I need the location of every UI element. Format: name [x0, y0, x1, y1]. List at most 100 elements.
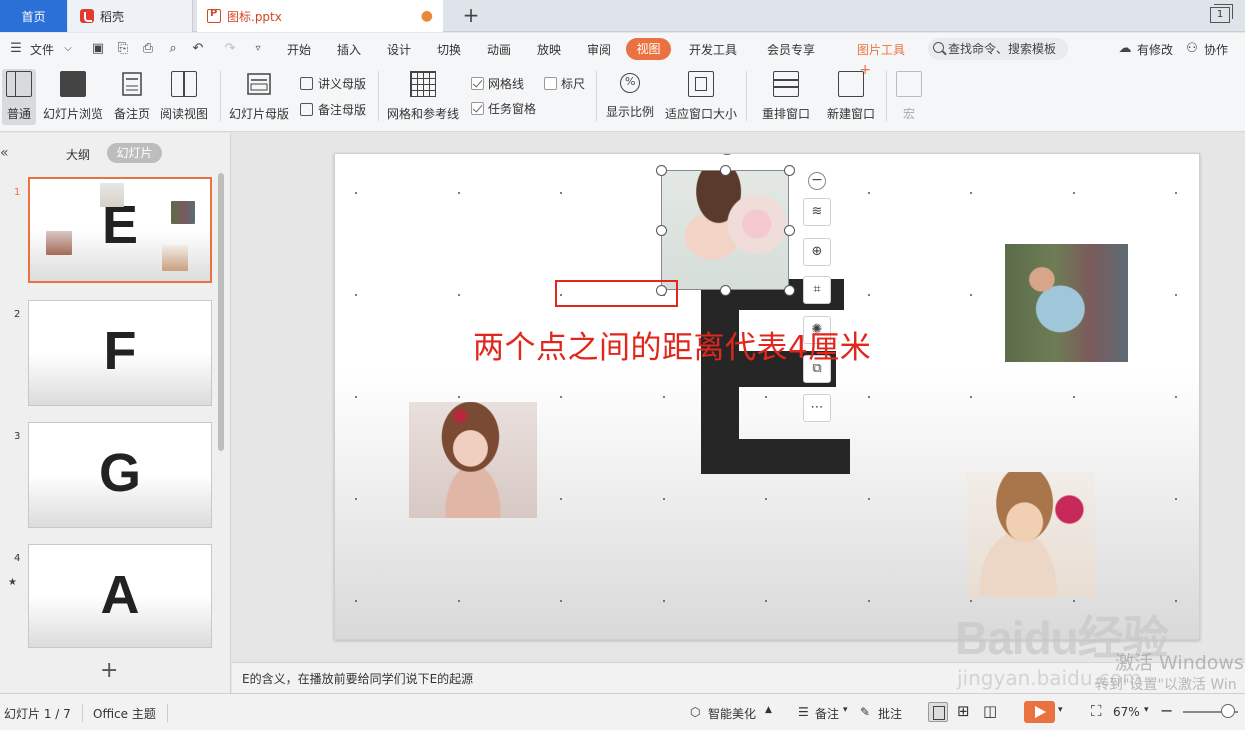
- hamburger-icon[interactable]: ☰: [8, 41, 24, 57]
- reading-view-status-icon[interactable]: ◫: [983, 702, 997, 720]
- chevron-down-icon[interactable]: ▾: [1058, 705, 1063, 715]
- comments-button[interactable]: 批注: [878, 705, 902, 722]
- quick-access-more-icon[interactable]: ▿: [250, 41, 266, 57]
- slide-sorter-status-icon[interactable]: ⊞: [957, 702, 970, 720]
- ruler-checkbox[interactable]: 标尺: [544, 75, 585, 92]
- resize-handle[interactable]: [784, 165, 795, 176]
- grid-dot: [560, 192, 562, 194]
- slide-thumbnail-3[interactable]: G: [28, 422, 212, 528]
- menu-design[interactable]: 设计: [387, 41, 411, 58]
- menu-bar: ☰ 文件 ⌵ ▣ ⎘ ⎙ ⌕ ↶ ↷ ▿ 开始 插入 设计 切换 动画 放映 审…: [0, 33, 1245, 65]
- notes-text: E的含义，在播放前要给同学们说下E的起源: [242, 672, 474, 686]
- unsaved-dot-icon: ●: [420, 8, 433, 24]
- new-tab-button[interactable]: +: [460, 4, 482, 26]
- zoom-in-icon[interactable]: ⊕: [803, 238, 831, 266]
- menu-review[interactable]: 审阅: [587, 41, 611, 58]
- notes-pane[interactable]: E的含义，在播放前要给同学们说下E的起源: [232, 662, 1245, 693]
- photo-pink-flower-woman[interactable]: [967, 472, 1095, 597]
- collapse-panel-icon[interactable]: «: [0, 145, 9, 161]
- reading-view-button[interactable]: 阅读视图: [158, 69, 210, 125]
- zoom-level[interactable]: 67%: [1113, 705, 1140, 719]
- resize-handle[interactable]: [656, 225, 667, 236]
- macro-button[interactable]: 宏: [894, 69, 924, 125]
- resize-handle[interactable]: [784, 285, 795, 296]
- photo-selected-woman[interactable]: [661, 170, 789, 290]
- rotate-handle-icon[interactable]: ⟳: [718, 154, 736, 155]
- undo-icon[interactable]: ↶: [190, 41, 206, 57]
- slide-thumbnail-2[interactable]: F: [28, 300, 212, 406]
- more-options-icon[interactable]: ⋯: [803, 394, 831, 422]
- grid-icon: [410, 71, 436, 97]
- thumbnail-scrollbar[interactable]: [218, 173, 224, 451]
- zoom-slider-knob[interactable]: [1221, 704, 1235, 718]
- handout-master-button[interactable]: 讲义母版: [300, 75, 366, 92]
- chevron-down-icon[interactable]: ▾: [1144, 705, 1149, 715]
- print-icon[interactable]: ⎙: [140, 41, 156, 57]
- resize-handle[interactable]: [656, 165, 667, 176]
- collab-button[interactable]: 协作: [1204, 41, 1228, 58]
- slide-browse-button[interactable]: 幻灯片浏览: [42, 69, 104, 125]
- crop-icon[interactable]: ⌗: [803, 276, 831, 304]
- notes-page-button[interactable]: 备注页: [112, 69, 152, 125]
- layers-icon[interactable]: ≋: [803, 198, 831, 226]
- tab-daoke[interactable]: 稻壳: [68, 0, 193, 32]
- rearrange-window-button[interactable]: 重排窗口: [756, 69, 816, 125]
- menu-file[interactable]: 文件: [30, 41, 54, 58]
- menu-insert[interactable]: 插入: [337, 41, 361, 58]
- menu-developer[interactable]: 开发工具: [689, 41, 737, 58]
- handout-master-icon: [300, 77, 313, 90]
- slide-thumbnail-4[interactable]: A: [28, 544, 212, 648]
- menu-transition[interactable]: 切换: [437, 41, 461, 58]
- save-icon[interactable]: ▣: [90, 41, 106, 57]
- menu-start[interactable]: 开始: [287, 41, 311, 58]
- thumbnail-letter: A: [100, 565, 140, 625]
- task-pane-checkbox[interactable]: 任务窗格: [471, 100, 536, 117]
- grid-dot: [867, 396, 870, 398]
- menu-animation[interactable]: 动画: [487, 41, 511, 58]
- chevron-up-icon[interactable]: ▲: [765, 705, 772, 715]
- modified-status[interactable]: 有修改: [1137, 41, 1173, 58]
- new-window-button[interactable]: 新建窗口: [824, 62, 878, 125]
- preview-icon[interactable]: ⌕: [165, 41, 181, 57]
- grid-guides-button[interactable]: 网格和参考线: [386, 69, 460, 125]
- redo-icon[interactable]: ↷: [222, 41, 238, 57]
- normal-view-button[interactable]: 普通: [2, 69, 36, 125]
- window-count-button[interactable]: 1: [1210, 4, 1233, 23]
- add-slide-button[interactable]: +: [100, 660, 118, 682]
- fit-window-button[interactable]: 适应窗口大小: [664, 69, 738, 125]
- resize-handle[interactable]: [720, 165, 731, 176]
- ruler-label: 标尺: [561, 77, 586, 91]
- resize-handle[interactable]: [784, 225, 795, 236]
- slide-browse-label: 幻灯片浏览: [42, 107, 103, 121]
- zoom-button[interactable]: 显示比例: [604, 69, 656, 125]
- photo-flower-crown-girl[interactable]: [409, 402, 537, 518]
- normal-view-status-button[interactable]: [928, 702, 948, 722]
- grid-dot: [457, 396, 460, 398]
- play-slideshow-button[interactable]: [1024, 701, 1055, 723]
- fit-slide-icon[interactable]: ⛶: [1091, 702, 1102, 720]
- menu-member[interactable]: 会员专享: [767, 41, 815, 58]
- tab-slides[interactable]: 幻灯片: [107, 143, 162, 163]
- resize-handle[interactable]: [720, 285, 731, 296]
- slide-canvas[interactable]: ⟳ − ≋ ⊕ ⌗ ✺ ⧉ ⋯ 两个点之间的距离代表4厘米: [334, 153, 1200, 640]
- tab-document[interactable]: 图标.pptx ●: [197, 0, 443, 32]
- photo-sailor-girl[interactable]: [1005, 244, 1128, 362]
- gridlines-checkbox[interactable]: 网格线: [471, 75, 524, 92]
- reading-view-icon: [171, 71, 197, 97]
- export-icon[interactable]: ⎘: [115, 41, 131, 57]
- tab-outline[interactable]: 大纲: [66, 146, 90, 163]
- collapse-toolbar-icon[interactable]: −: [808, 172, 826, 190]
- menu-slideshow[interactable]: 放映: [537, 41, 561, 58]
- menu-picture-tools[interactable]: 图片工具: [857, 41, 905, 58]
- chevron-down-icon[interactable]: ▾: [843, 705, 848, 715]
- slide-thumbnail-1[interactable]: E: [28, 177, 212, 283]
- chevron-down-icon[interactable]: ⌵: [60, 41, 76, 57]
- slide-master-button[interactable]: 幻灯片母版: [228, 69, 290, 125]
- zoom-out-icon[interactable]: −: [1160, 701, 1173, 720]
- notes-toggle-button[interactable]: 备注: [815, 705, 839, 722]
- tab-home[interactable]: 首页: [0, 0, 67, 32]
- smart-beautify-button[interactable]: 智能美化: [708, 705, 756, 722]
- notes-master-button[interactable]: 备注母版: [300, 101, 366, 118]
- menu-view[interactable]: 视图: [626, 38, 671, 60]
- search-input[interactable]: 查找命令、搜索模板: [928, 38, 1068, 60]
